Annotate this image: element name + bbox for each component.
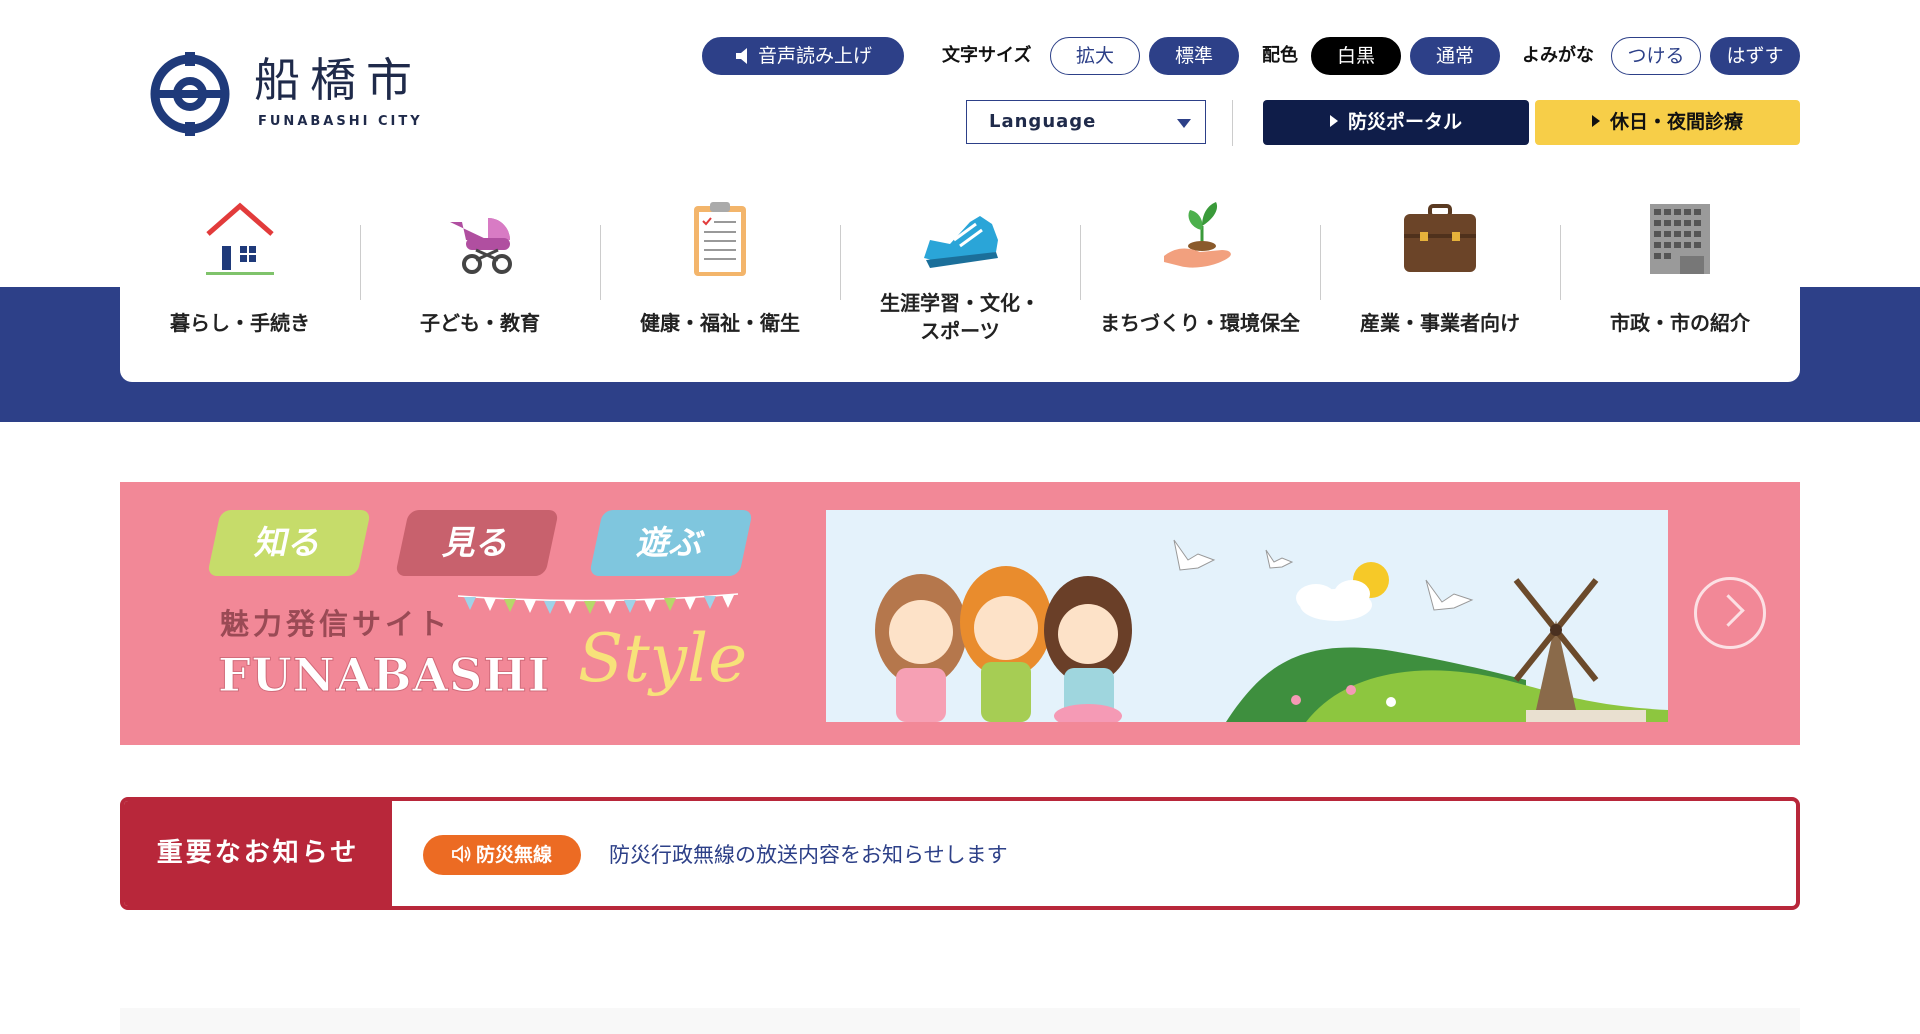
banner-tag-play: 遊ぶ	[588, 510, 754, 576]
nav-item-label: 産業・事業者向け	[1360, 311, 1520, 335]
furigana-on-button[interactable]: つける	[1611, 37, 1701, 75]
nav-item-label: 健康・福祉・衛生	[640, 311, 800, 335]
banner-next-button[interactable]	[1694, 577, 1766, 649]
font-standard-button[interactable]: 標準	[1149, 37, 1239, 75]
color-scheme-label: 配色	[1262, 45, 1298, 66]
nav-item-children[interactable]: 子ども・教育	[360, 170, 600, 382]
global-nav: 暮らし・手続き 子ども・教育 健康・福祉・衛生 生涯学習・文化・ スポーツ まち…	[120, 170, 1800, 382]
clipboard-icon	[694, 202, 746, 276]
chevron-down-icon	[1177, 119, 1191, 128]
read-aloud-button[interactable]: 音声読み上げ	[702, 37, 904, 75]
banner-title-script: Style	[578, 620, 748, 697]
furigana-label: よみがな	[1522, 45, 1594, 66]
disaster-portal-button[interactable]: 防災ポータル	[1263, 100, 1529, 145]
language-select-value: Language	[989, 111, 1097, 132]
house-icon	[206, 202, 274, 275]
logo-name-en: FUNABASHI CITY	[258, 114, 423, 129]
briefcase-icon	[1404, 204, 1476, 272]
banner-scene-image	[826, 510, 1668, 728]
nav-item-health[interactable]: 健康・福祉・衛生	[600, 170, 840, 382]
nav-item-industry[interactable]: 産業・事業者向け	[1320, 170, 1560, 382]
logo-name-ja: 船橋市	[254, 53, 422, 107]
nav-item-label-line1: 生涯学習・文化・	[880, 291, 1040, 315]
nav-item-label: 暮らし・手続き	[170, 311, 310, 335]
nav-item-label: 市政・市の紹介	[1610, 311, 1750, 335]
nav-item-living[interactable]: 暮らし・手続き	[120, 170, 360, 382]
monochrome-button[interactable]: 白黒	[1311, 37, 1401, 75]
holiday-clinic-label: 休日・夜間診療	[1609, 111, 1743, 133]
disaster-radio-badge: 防災無線	[423, 835, 581, 875]
font-enlarge-button[interactable]: 拡大	[1050, 37, 1140, 75]
read-aloud-label: 音声読み上げ	[757, 45, 872, 67]
triangle-right-icon	[1329, 115, 1338, 127]
disaster-radio-badge-label: 防災無線	[475, 844, 552, 866]
banner-tag-see: 見る	[394, 510, 560, 576]
divider	[1232, 100, 1233, 146]
sprout-hand-icon	[1164, 202, 1231, 268]
disaster-portal-label: 防災ポータル	[1347, 111, 1462, 133]
notice-heading: 重要なお知らせ	[124, 801, 392, 906]
sneaker-icon	[924, 216, 998, 268]
nav-item-label: まちづくり・環境保全	[1100, 311, 1300, 335]
nav-item-label: 子ども・教育	[420, 311, 540, 335]
banner-tag-know: 知る	[206, 510, 372, 576]
section-divider	[120, 1008, 1800, 1034]
nav-item-label-line2: スポーツ	[920, 319, 1000, 343]
important-notice-panel: 重要なお知らせ 防災無線 防災行政無線の放送内容をお知らせします	[120, 797, 1800, 910]
language-select[interactable]: Language	[966, 100, 1206, 144]
furigana-off-button[interactable]: はずす	[1710, 37, 1800, 75]
normal-color-button[interactable]: 通常	[1410, 37, 1500, 75]
building-icon	[1650, 204, 1710, 274]
site-logo[interactable]: 船橋市 FUNABASHI CITY	[148, 50, 438, 140]
stroller-icon	[450, 218, 512, 274]
banner-illustration	[826, 510, 1668, 728]
bunting-icon	[458, 593, 738, 614]
speaker-icon	[452, 837, 472, 877]
nav-item-urban-environment[interactable]: まちづくり・環境保全	[1080, 170, 1320, 382]
nav-item-lifelong-learning[interactable]: 生涯学習・文化・ スポーツ	[840, 170, 1080, 382]
notice-link[interactable]: 防災行政無線の放送内容をお知らせします	[609, 835, 1008, 875]
triangle-right-icon	[1591, 115, 1600, 127]
speaker-icon	[734, 41, 752, 77]
holiday-clinic-button[interactable]: 休日・夜間診療	[1535, 100, 1800, 145]
banner-subtitle: 魅力発信サイト	[220, 607, 452, 641]
nav-item-city-government[interactable]: 市政・市の紹介	[1560, 170, 1800, 382]
banner-title: FUNABASHI	[217, 648, 551, 703]
city-emblem-icon	[150, 52, 230, 136]
font-size-label: 文字サイズ	[942, 45, 1032, 66]
